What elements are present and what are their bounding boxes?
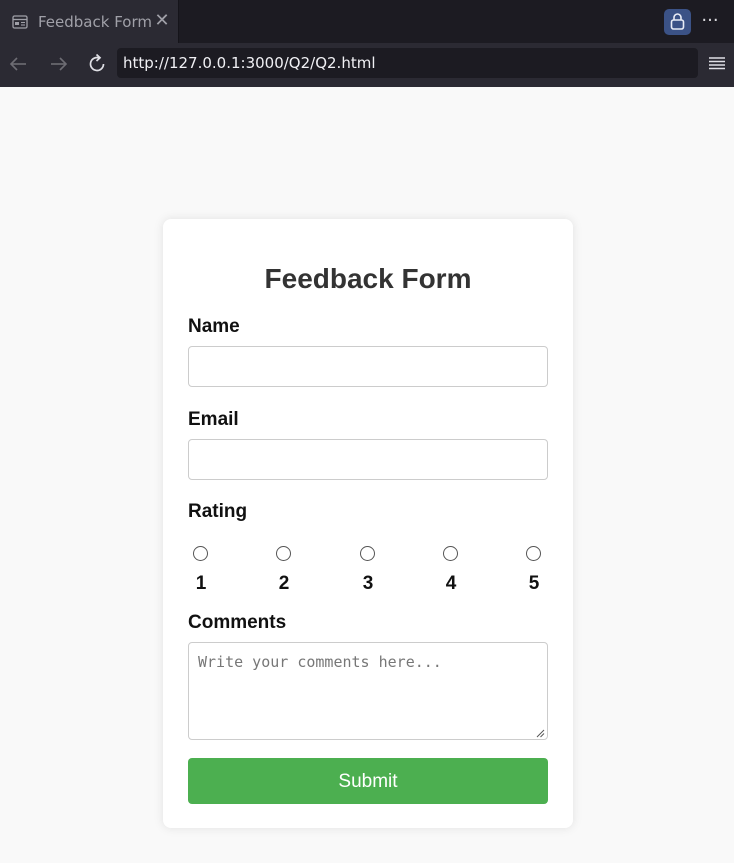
more-icon[interactable]: ···: [698, 8, 722, 34]
browser-tab-strip: Feedback Form ✕ ···: [0, 0, 734, 43]
page-icon: [12, 15, 28, 29]
name-label: Name: [188, 316, 240, 337]
tab-title: Feedback Form: [38, 13, 152, 31]
resize-grip-icon[interactable]: [535, 728, 545, 738]
rating-radio-2[interactable]: [276, 546, 291, 561]
feedback-form-card: Feedback Form Name Email Rating 1 2 3 4 …: [163, 219, 573, 828]
rating-number-5: 5: [528, 573, 540, 594]
comments-label: Comments: [188, 612, 287, 633]
rating-option-2[interactable]: 2: [269, 541, 299, 601]
hamburger-menu-icon[interactable]: [706, 52, 728, 74]
rating-label: Rating: [188, 501, 248, 522]
browser-tab[interactable]: Feedback Form ✕: [0, 0, 179, 43]
address-bar[interactable]: http://127.0.0.1:3000/Q2/Q2.html: [117, 48, 698, 78]
navigation-toolbar: http://127.0.0.1:3000/Q2/Q2.html: [0, 43, 734, 87]
reload-icon[interactable]: [84, 51, 110, 77]
rating-number-3: 3: [362, 573, 374, 594]
lock-icon: [670, 13, 685, 30]
rating-number-1: 1: [195, 573, 207, 594]
rating-radio-4[interactable]: [443, 546, 458, 561]
rating-radio-5[interactable]: [526, 546, 541, 561]
comments-textarea[interactable]: [188, 642, 548, 740]
rating-number-4: 4: [445, 573, 457, 594]
rating-option-1[interactable]: 1: [186, 541, 216, 601]
forward-arrow-icon[interactable]: [45, 51, 71, 77]
submit-button[interactable]: Submit: [188, 758, 548, 804]
rating-radio-3[interactable]: [360, 546, 375, 561]
rating-option-3[interactable]: 3: [353, 541, 383, 601]
email-field[interactable]: [188, 439, 548, 480]
lock-button[interactable]: [664, 9, 691, 35]
rating-radio-1[interactable]: [193, 546, 208, 561]
rating-number-2: 2: [278, 573, 290, 594]
close-icon[interactable]: ✕: [154, 11, 170, 31]
url-text: http://127.0.0.1:3000/Q2/Q2.html: [123, 54, 376, 72]
rating-option-5[interactable]: 5: [519, 541, 549, 601]
email-label: Email: [188, 409, 239, 430]
page-title: Feedback Form: [264, 263, 472, 294]
rating-option-4[interactable]: 4: [436, 541, 466, 601]
name-field[interactable]: [188, 346, 548, 387]
back-arrow-icon[interactable]: [6, 51, 32, 77]
rating-options: 1 2 3 4 5: [188, 541, 548, 601]
